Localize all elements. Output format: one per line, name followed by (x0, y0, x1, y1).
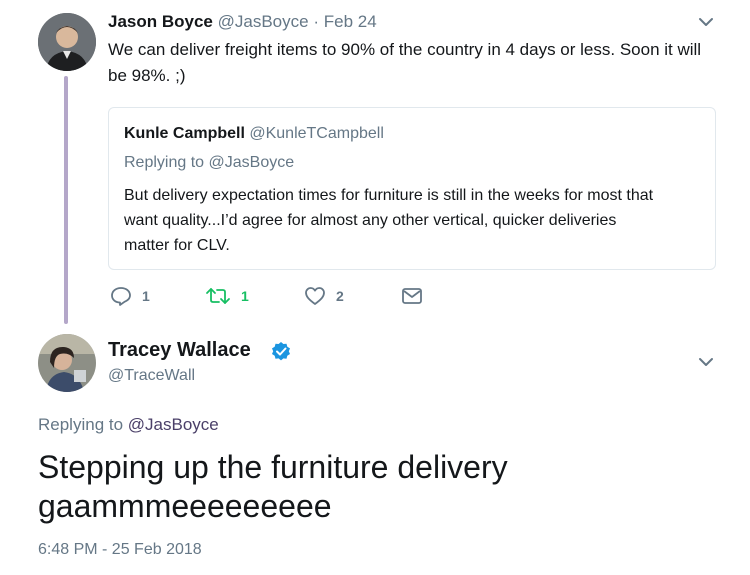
reply-count: 1 (142, 288, 150, 304)
author-name[interactable]: Tracey Wallace (108, 339, 251, 362)
verified-badge-icon (272, 342, 290, 361)
avatar-jason-boyce[interactable] (38, 13, 96, 71)
quoted-text-line: But delivery expectation times for furni… (124, 187, 654, 204)
tweet-text: We can deliver freight items to 90% of t… (108, 37, 701, 89)
replying-label: Replying to (38, 415, 128, 434)
author-name[interactable]: Jason Boyce (108, 12, 213, 31)
like-action[interactable]: 2 (304, 286, 344, 306)
tweet-text: Stepping up the furniture delivery gaamm… (38, 448, 508, 526)
tweet-text-line: be 98%. ;) (108, 66, 186, 85)
avatar-tracey-wallace[interactable] (38, 334, 96, 392)
retweet-count: 1 (241, 288, 249, 304)
retweet-icon (206, 288, 230, 304)
chevron-down-icon[interactable] (697, 16, 715, 28)
tweet-text-line: We can deliver freight items to 90% of t… (108, 40, 702, 59)
person-photo-icon (38, 334, 96, 392)
author-handle[interactable]: @JasBoyce (218, 12, 309, 31)
tweet-text-line: Stepping up the furniture delivery (38, 449, 508, 485)
envelope-icon (402, 288, 422, 304)
tweet-header: Jason Boyce @JasBoyce · Feb 24 (108, 12, 377, 32)
heart-icon (305, 287, 325, 305)
quoted-tweet-header: Kunle Campbell @KunleTCampbell (124, 125, 384, 143)
quoted-author-name: Kunle Campbell (124, 125, 245, 142)
quoted-replying-to: Replying to @JasBoyce (124, 154, 294, 172)
author-handle[interactable]: @TraceWall (108, 367, 195, 385)
reply-action[interactable]: 1 (110, 286, 150, 306)
chevron-down-icon[interactable] (697, 356, 715, 368)
thread-connector-line (64, 76, 68, 324)
replying-handle[interactable]: @JasBoyce (128, 415, 219, 434)
replying-handle[interactable]: @JasBoyce (209, 154, 295, 171)
separator-dot: · (313, 12, 319, 31)
tweet-text-line: gaammmeeeeeeeee (38, 488, 332, 524)
replying-to: Replying to @JasBoyce (38, 415, 219, 435)
reply-icon (111, 287, 131, 306)
replying-label: Replying to (124, 154, 209, 171)
quoted-tweet-card[interactable]: Kunle Campbell @KunleTCampbell Replying … (108, 107, 716, 270)
quoted-text-line: matter for CLV. (124, 237, 230, 254)
tweet-date[interactable]: Feb 24 (324, 12, 377, 31)
quoted-text-line: want quality...I’d agree for almost any … (124, 212, 617, 229)
direct-message-action[interactable] (401, 287, 423, 305)
tweet-timestamp[interactable]: 6:48 PM - 25 Feb 2018 (38, 541, 202, 559)
like-count: 2 (336, 288, 344, 304)
retweet-action[interactable]: 1 (205, 286, 249, 306)
quoted-author-handle: @KunleTCampbell (249, 125, 384, 142)
quoted-tweet-text: But delivery expectation times for furni… (124, 183, 653, 258)
person-photo-icon (38, 13, 96, 71)
